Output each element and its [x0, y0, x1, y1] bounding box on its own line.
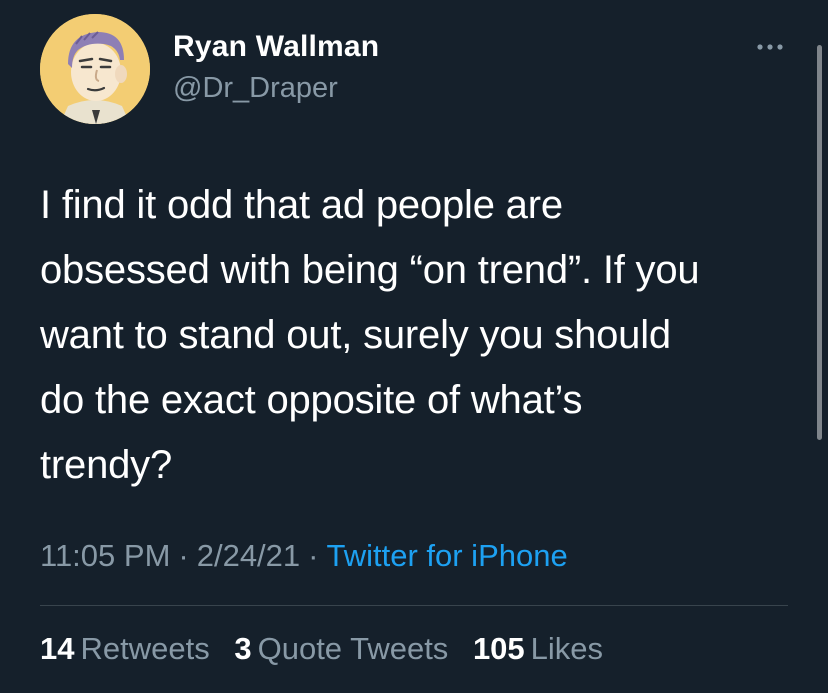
tweet-text-line: trendy? [40, 443, 173, 487]
more-horizontal-icon[interactable] [752, 38, 788, 56]
likes-count: 105 [472, 631, 525, 666]
likes-label: Likes [530, 631, 604, 666]
tweet-text: I find it odd that ad people are obsesse… [40, 173, 790, 498]
tweet-text-line: obsessed with being “on trend”. If you [40, 248, 700, 292]
tweet-metadata: 11:05 PM · 2/24/21 · Twitter for iPhone [40, 538, 568, 574]
author-display-name[interactable]: Ryan Wallman [173, 30, 379, 64]
meta-separator: · [178, 538, 189, 573]
likes-stat[interactable]: 105 Likes [473, 631, 603, 666]
quote-tweets-count: 3 [234, 631, 252, 666]
meta-separator: · [308, 538, 319, 573]
avatar[interactable] [40, 14, 150, 124]
tweet-date[interactable]: 2/24/21 [197, 538, 300, 573]
tweet-detail: Ryan Wallman @Dr_Draper I find it odd th… [0, 0, 828, 693]
avatar-illustration [40, 14, 150, 124]
tweet-text-line: want to stand out, surely you should [40, 313, 671, 357]
author-handle[interactable]: @Dr_Draper [173, 72, 338, 105]
quote-tweets-stat[interactable]: 3 Quote Tweets [234, 631, 448, 666]
retweets-stat[interactable]: 14 Retweets [40, 631, 210, 666]
retweets-count: 14 [40, 631, 75, 666]
tweet-text-line: I find it odd that ad people are [40, 183, 563, 227]
tweet-time[interactable]: 11:05 PM [40, 538, 170, 573]
retweets-label: Retweets [80, 631, 210, 666]
scrollbar[interactable] [817, 45, 822, 440]
quote-tweets-label: Quote Tweets [257, 631, 449, 666]
divider [40, 605, 788, 606]
engagement-stats: 14 Retweets 3 Quote Tweets 105 Likes [40, 631, 619, 667]
tweet-source-link[interactable]: Twitter for iPhone [326, 538, 567, 573]
tweet-text-line: do the exact opposite of what’s [40, 378, 583, 422]
